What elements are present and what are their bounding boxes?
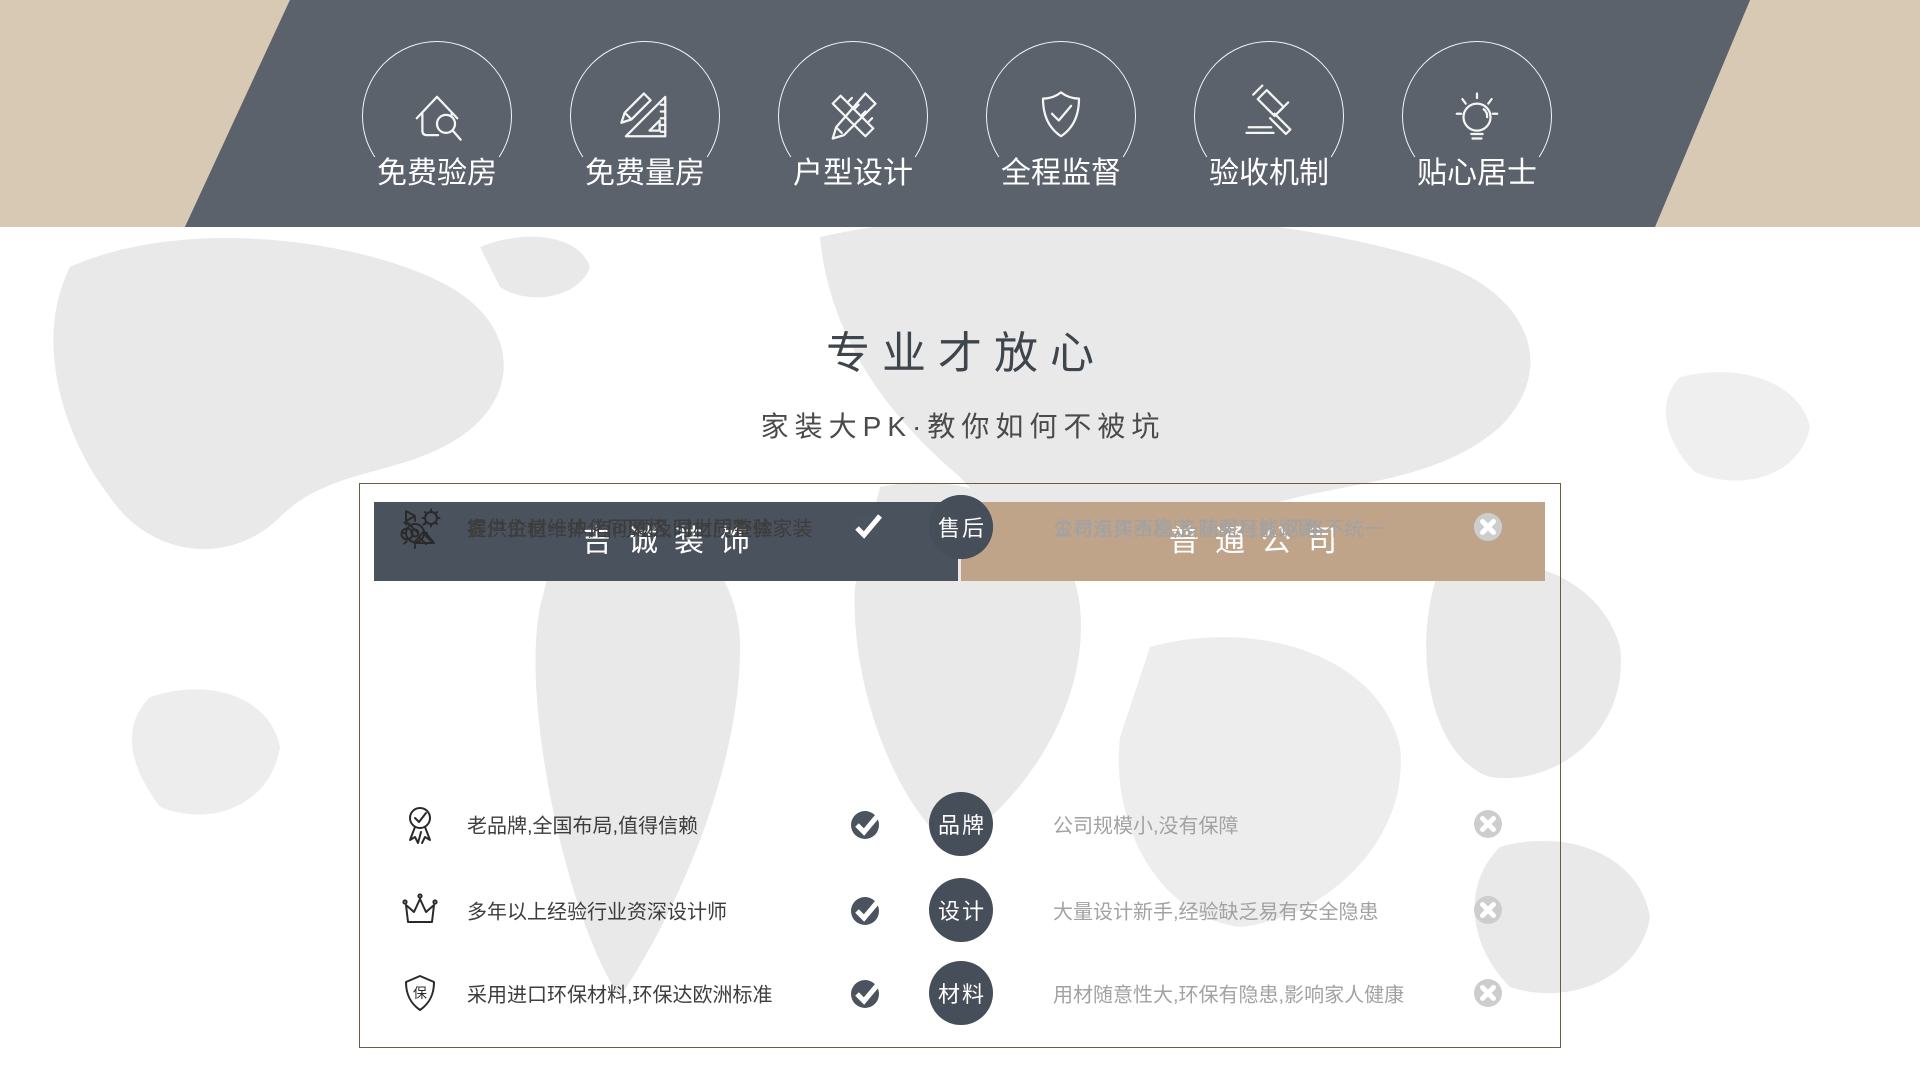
service-label: 验收机制 [1202,157,1336,191]
svg-text:保: 保 [413,985,427,1001]
top-banner: 免费验房 免费量房 [0,0,1920,227]
shield-bao-icon: 保 [398,971,442,1015]
con-text: 大量设计新手,经验缺乏易有安全隐患 [1053,896,1379,925]
service-item-free-measure: 免费量房 [570,41,720,191]
cross-icon [1473,809,1503,839]
service-item-layout-design: 户型设计 [778,41,928,191]
shield-check-icon [1025,80,1097,152]
pro-text: 客户价值维护,有问题及时上门查验 [467,513,773,542]
hero-section: 专业才放心 家装大PK·教你如何不被坑 吉诚装饰 普通公司 老品牌,全国布局,值… [0,227,1920,1078]
check-icon [849,893,883,927]
service-item-supervision: 全程监督 [986,41,1136,191]
pro-text: 采用进口环保材料,环保达欧洲标准 [467,979,773,1008]
cross-icon [1473,895,1503,925]
service-label: 户型设计 [786,157,920,191]
comparison-row-design: 多年以上经验行业资深设计师 设计 大量设计新手,经验缺乏易有安全隐患 [360,867,1560,953]
pro-text: 多年以上经验行业资深设计师 [467,896,727,925]
service-label: 贴心居士 [1410,157,1544,191]
section-subtitle: 家装大PK·教你如何不被坑 [0,412,1920,442]
comparison-table: 吉诚装饰 普通公司 老品牌,全国布局,值得信赖 品牌 公司规模小,没 [359,483,1561,1048]
con-text: 公司运作不稳定,随时可能跑路 [1053,513,1319,542]
gavel-icon [1233,80,1305,152]
lightbulb-icon [1441,80,1513,152]
pro-text: 老品牌,全国布局,值得信赖 [467,810,698,839]
house-search-icon [401,80,473,152]
comparison-row-aftersale: 客户价值维护,有问题及时上门查验 售后 公司运作不稳定,随时可能跑路 [360,484,1560,570]
category-badge: 品牌 [929,792,993,856]
con-text: 公司规模小,没有保障 [1053,810,1239,839]
service-item-considerate: 贴心居士 [1402,41,1552,191]
section-title: 专业才放心 [0,330,1920,378]
service-label: 免费验房 [370,157,504,191]
comparison-row-brand: 老品牌,全国布局,值得信赖 品牌 公司规模小,没有保障 [360,781,1560,867]
medal-icon [398,802,442,846]
service-item-free-inspection: 免费验房 [362,41,512,191]
cross-icon [1473,512,1503,542]
check-icon [849,510,883,544]
cross-icon [1473,978,1503,1008]
service-list: 免费验房 免费量房 [362,41,1552,191]
category-badge: 售后 [929,495,993,559]
check-icon [849,976,883,1010]
service-item-acceptance: 验收机制 [1194,41,1344,191]
set-square-icon [609,80,681,152]
category-badge: 材料 [929,961,993,1025]
pencil-ruler-icon [817,80,889,152]
comparison-row-material: 保 采用进口环保材料,环保达欧洲标准 材料 用材随意性大,环保有隐患,影响家人健… [360,950,1560,1036]
gears-icon [398,505,442,549]
service-label: 全程监督 [994,157,1128,191]
service-label: 免费量房 [578,157,712,191]
check-icon [849,807,883,841]
page: 免费验房 免费量房 [0,0,1920,1078]
con-text: 用材随意性大,环保有隐患,影响家人健康 [1053,979,1404,1008]
crown-icon [398,888,442,932]
category-badge: 设计 [929,878,993,942]
